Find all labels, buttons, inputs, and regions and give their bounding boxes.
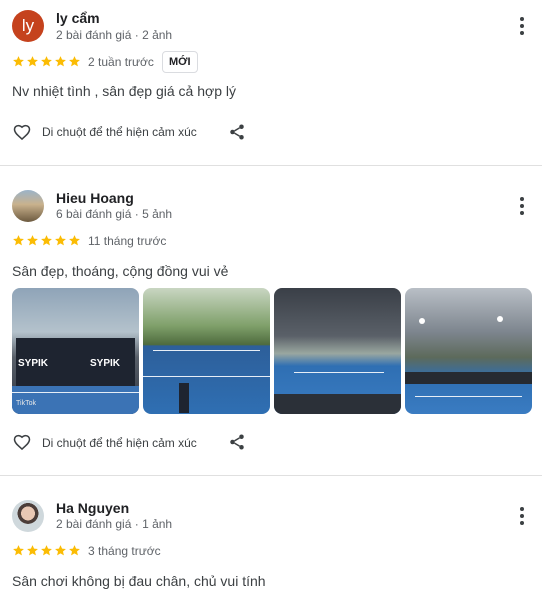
react-label: Di chuột để thể hiện cảm xúc <box>42 436 197 450</box>
review-text: Nv nhiệt tình , sân đẹp giá cả hợp lý <box>12 83 236 99</box>
avatar[interactable] <box>12 190 44 222</box>
review-photo[interactable] <box>274 288 401 414</box>
review-photo[interactable] <box>405 288 532 414</box>
photo-strip: SYPIK SYPIK TikTok <box>12 288 532 414</box>
reviewer-meta: 2 bài đánh giá · 2 ảnh <box>56 28 173 42</box>
review-card: Ha Nguyen 2 bài đánh giá · 1 ảnh 3 tháng… <box>0 476 542 596</box>
review-photo[interactable] <box>143 288 270 414</box>
star-icon <box>69 56 80 67</box>
watermark: TikTok <box>16 400 36 407</box>
more-vert-icon[interactable] <box>514 506 530 526</box>
star-icon <box>41 545 52 556</box>
new-badge: MỚI <box>162 51 198 73</box>
star-icon <box>13 56 24 67</box>
star-icon <box>27 545 38 556</box>
reviewer-name[interactable]: Ha Nguyen <box>56 500 129 516</box>
review-time: 11 tháng trước <box>88 234 167 248</box>
star-icon <box>55 235 66 246</box>
star-icon <box>55 545 66 556</box>
star-icon <box>41 235 52 246</box>
reviewer-meta: 2 bài đánh giá · 1 ảnh <box>56 517 173 531</box>
share-icon[interactable] <box>228 433 246 451</box>
react-label: Di chuột để thể hiện cảm xúc <box>42 125 197 139</box>
review-card: ly ly cẩm 2 bài đánh giá · 2 ảnh 2 tuần … <box>0 0 542 165</box>
more-vert-icon[interactable] <box>514 16 530 36</box>
star-icon <box>41 56 52 67</box>
review-time: 2 tuần trước <box>88 55 154 69</box>
star-rating <box>12 234 81 248</box>
heart-outline-icon[interactable] <box>12 122 32 142</box>
reviewer-meta: 6 bài đánh giá · 5 ảnh <box>56 207 173 221</box>
heart-outline-icon[interactable] <box>12 432 32 452</box>
star-rating <box>12 544 81 558</box>
reviewer-name[interactable]: ly cẩm <box>56 10 100 26</box>
review-time: 3 tháng trước <box>88 544 161 558</box>
sponsor-sign: SYPIK <box>18 358 49 369</box>
avatar[interactable] <box>12 500 44 532</box>
sponsor-sign: SYPIK <box>90 358 121 369</box>
star-icon <box>69 235 80 246</box>
star-icon <box>27 56 38 67</box>
review-text: Sân đẹp, thoáng, cộng đồng vui vẻ <box>12 263 229 279</box>
more-vert-icon[interactable] <box>514 196 530 216</box>
review-photo[interactable]: SYPIK SYPIK TikTok <box>12 288 139 414</box>
star-rating <box>12 55 81 69</box>
star-icon <box>13 545 24 556</box>
star-icon <box>13 235 24 246</box>
avatar[interactable]: ly <box>12 10 44 42</box>
star-icon <box>69 545 80 556</box>
review-text: Sân chơi không bị đau chân, chủ vui tính <box>12 573 266 589</box>
star-icon <box>27 235 38 246</box>
share-icon[interactable] <box>228 123 246 141</box>
review-card: Hieu Hoang 6 bài đánh giá · 5 ảnh 11 thá… <box>0 166 542 475</box>
reviewer-name[interactable]: Hieu Hoang <box>56 190 134 206</box>
star-icon <box>55 56 66 67</box>
